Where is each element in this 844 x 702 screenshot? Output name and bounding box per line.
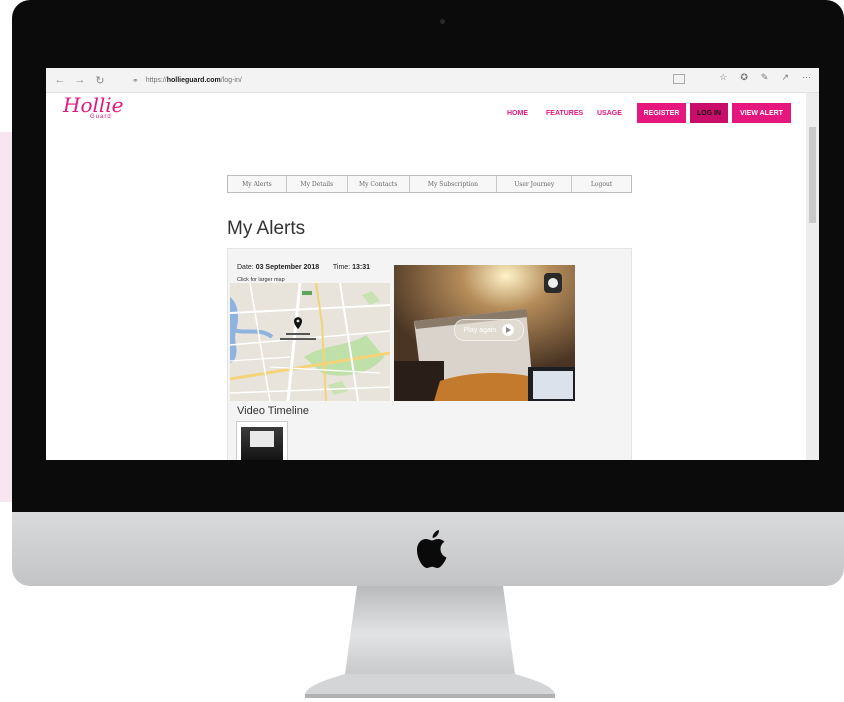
tab-my-alerts[interactable]: My Alerts (228, 176, 287, 192)
location-map[interactable] (230, 283, 390, 401)
alert-datetime: Date: 03 September 2018 Time: 13:31 (237, 264, 370, 271)
site-header: Hollie Guard HOME FEATURES USAGE REGISTE… (46, 93, 806, 133)
play-icon (502, 324, 515, 336)
nav-usage[interactable]: USAGE (597, 110, 622, 117)
date-label: Date: (237, 264, 254, 271)
favorites-list-icon[interactable]: ✪ (740, 72, 748, 83)
apple-logo-icon (417, 530, 447, 568)
url-path: /log-in/ (220, 76, 242, 84)
monitor-stand (305, 586, 555, 698)
tab-logout[interactable]: Logout (572, 176, 631, 192)
tab-my-subscription[interactable]: My Subscription (410, 176, 498, 192)
play-again-button[interactable]: Play again (454, 319, 524, 341)
camera-dot (440, 19, 445, 24)
nav-home[interactable]: HOME (507, 110, 528, 117)
pen-icon[interactable]: ✎ (761, 72, 769, 83)
forward-arrow-icon[interactable]: → (70, 70, 90, 90)
browser-actions: ☆ ✪ ✎ ↗ ⋯ (719, 72, 811, 83)
site-logo[interactable]: Hollie (63, 95, 124, 115)
favorite-star-icon[interactable]: ☆ (719, 72, 727, 83)
refresh-icon[interactable]: ↻ (90, 70, 110, 90)
view-alert-button[interactable]: VIEW ALERT (732, 103, 791, 123)
alert-panel: Date: 03 September 2018 Time: 13:31 Clic… (227, 248, 632, 460)
scrollbar[interactable] (806, 93, 819, 460)
tab-my-details[interactable]: My Details (287, 176, 348, 192)
time-value: 13:31 (352, 264, 371, 271)
time-label: Time: (332, 264, 351, 271)
tab-my-contacts[interactable]: My Contacts (348, 176, 410, 192)
address-bar[interactable]: ⚭ https://hollieguard.com/log-in/ (132, 72, 692, 88)
page-title: My Alerts (227, 218, 306, 239)
login-button[interactable]: LOG IN (690, 103, 728, 123)
register-button[interactable]: REGISTER (637, 103, 686, 123)
reading-view-icon[interactable] (673, 74, 685, 84)
thumbnail-projector-screen (250, 431, 274, 447)
alert-video[interactable]: Play again (394, 265, 575, 401)
more-icon[interactable]: ⋯ (802, 72, 811, 83)
video-timeline-label: Video Timeline (237, 405, 309, 417)
play-again-label: Play again (463, 326, 497, 334)
url-prefix: https:// (145, 76, 167, 84)
share-icon[interactable]: ↗ (781, 72, 789, 83)
browser-window: ← → ↻ ⚭ https://hollieguard.com/log-in/ … (46, 68, 819, 460)
nav-features[interactable]: FEATURES (546, 110, 583, 117)
timeline-thumbnail[interactable] (236, 421, 288, 460)
lock-icon: ⚭ (132, 75, 139, 85)
background-tint (0, 132, 12, 502)
map-graphic (230, 283, 390, 401)
site-logo-subtitle: Guard (90, 114, 112, 120)
browser-toolbar: ← → ↻ ⚭ https://hollieguard.com/log-in/ … (46, 68, 819, 93)
scrollbar-thumb[interactable] (809, 127, 816, 223)
back-arrow-icon[interactable]: ← (50, 70, 70, 90)
url-host: hollieguard.com (166, 76, 221, 84)
account-tabs: My Alerts My Details My Contacts My Subs… (227, 175, 632, 193)
tab-user-journey[interactable]: User Journey (497, 176, 573, 192)
thumbnail-image (241, 427, 283, 460)
date-value: 03 September 2018 (255, 264, 320, 271)
